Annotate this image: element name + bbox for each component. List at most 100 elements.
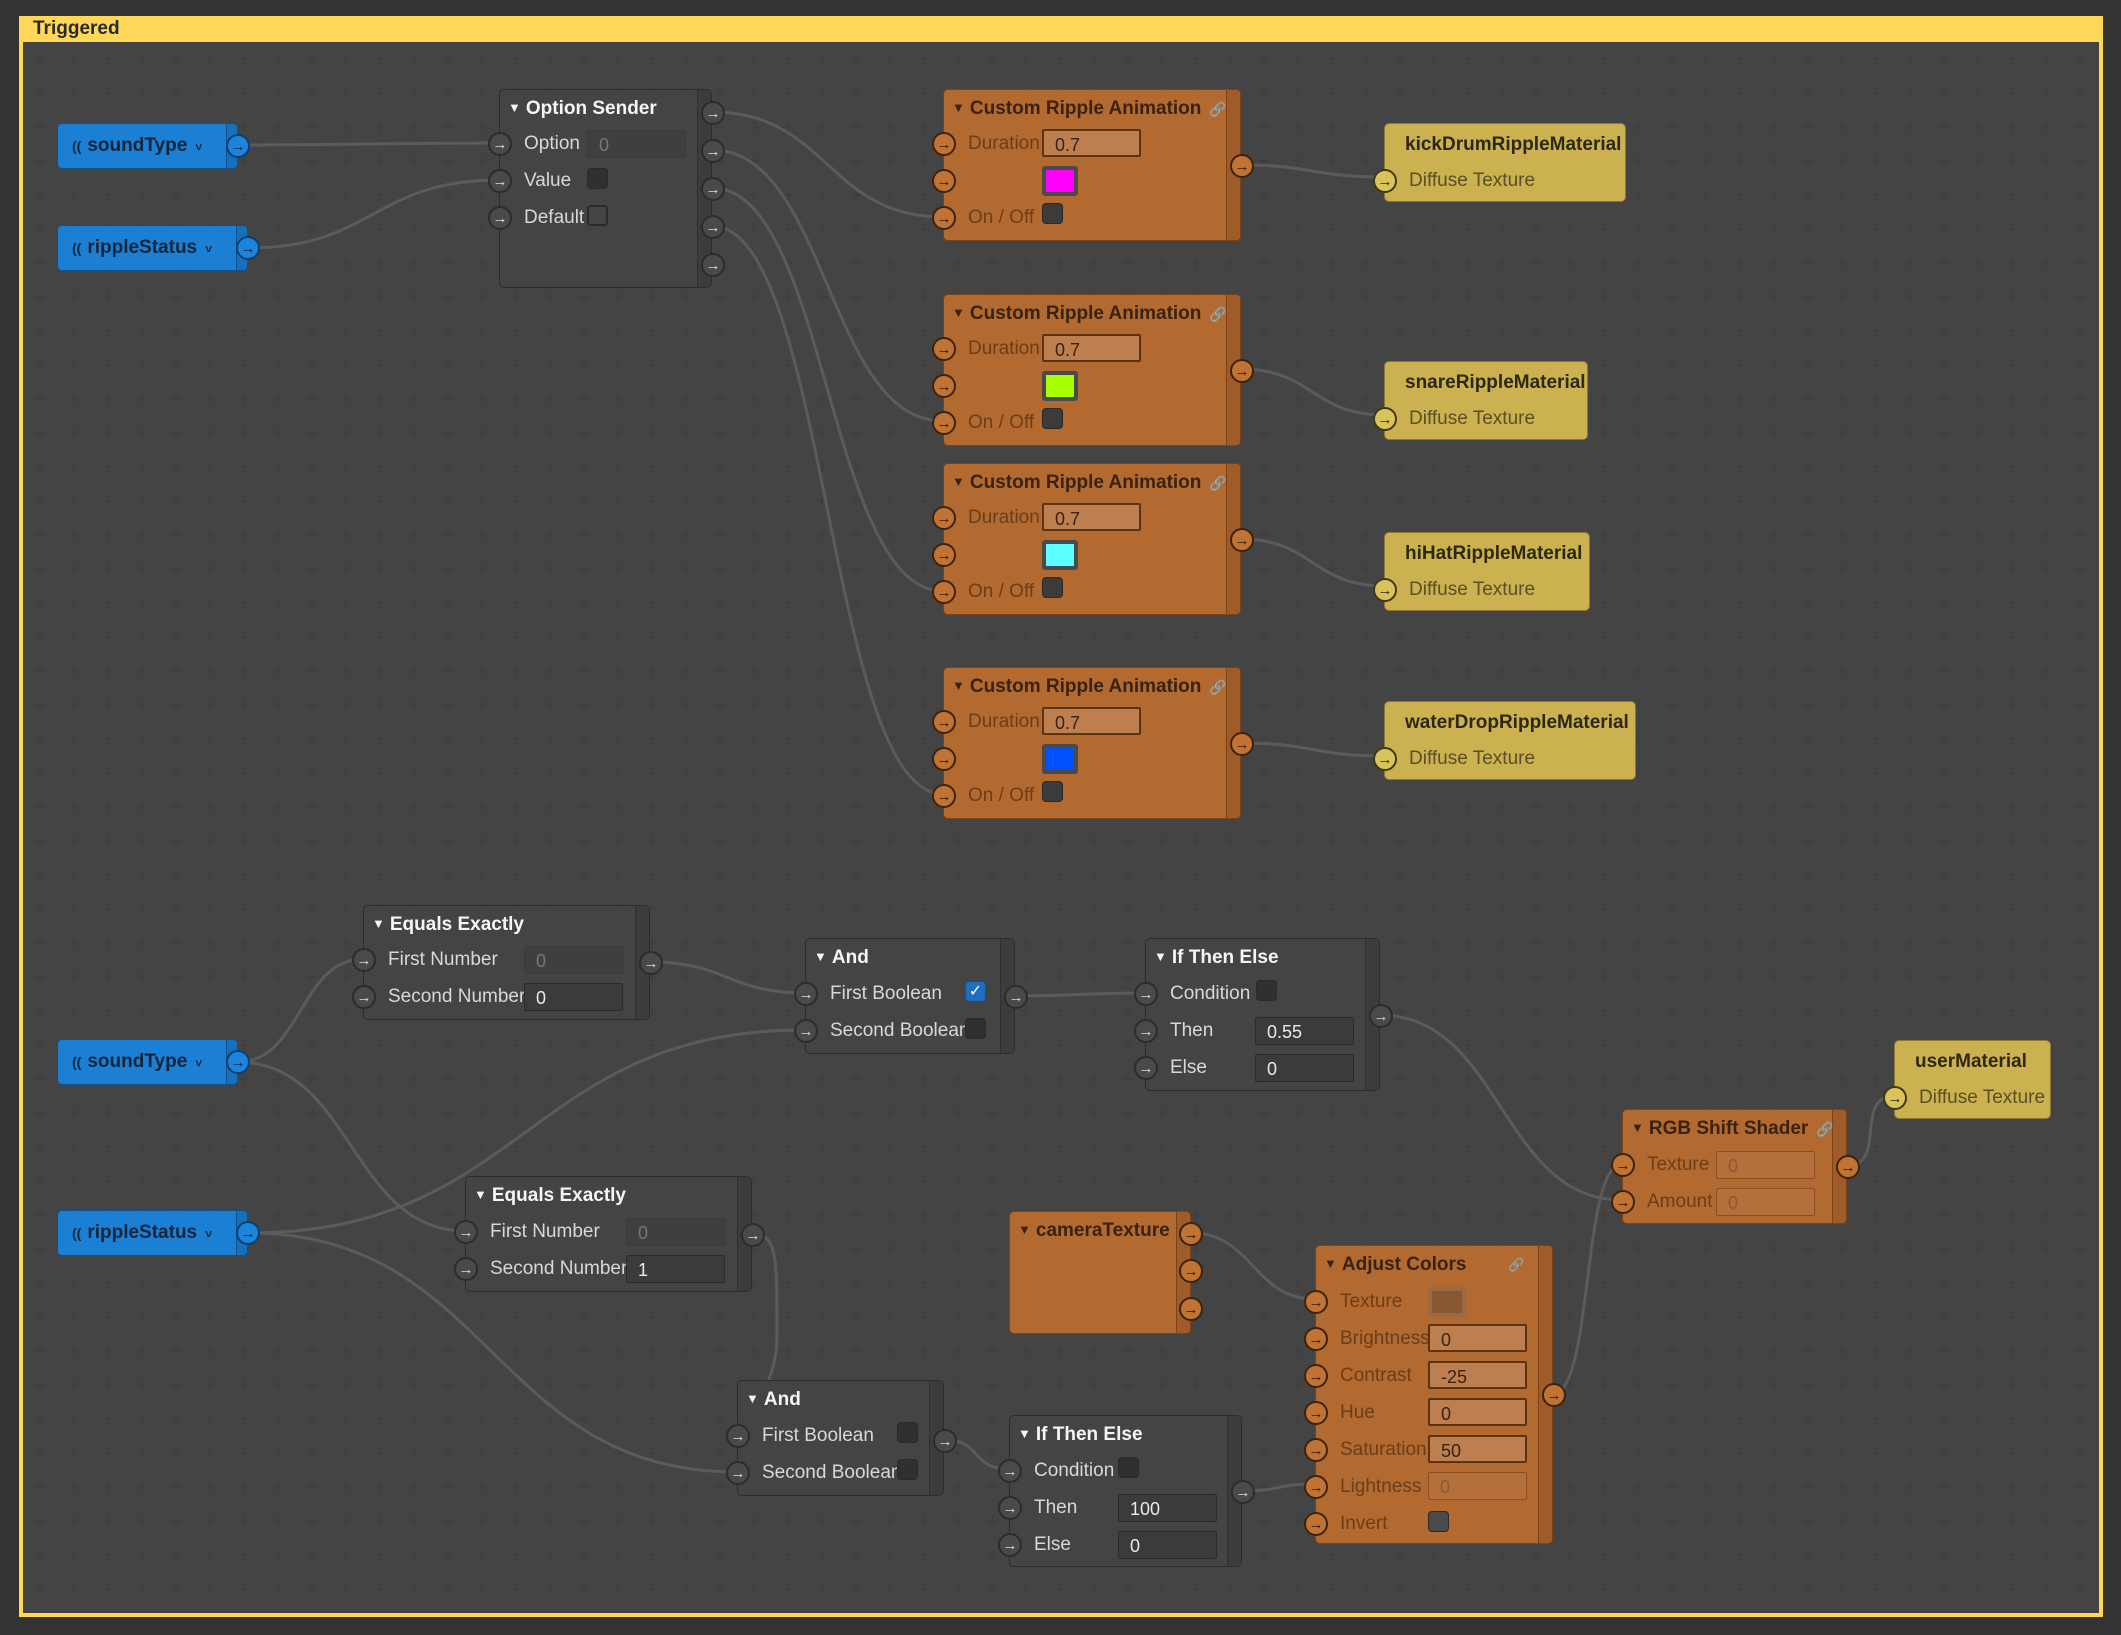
sender-soundtype-top[interactable]: ((soundType ˅ → <box>57 123 250 169</box>
input-port[interactable]: → <box>1883 1086 1907 1110</box>
input-port[interactable]: → <box>932 169 956 193</box>
input-port[interactable]: → <box>1134 1019 1158 1043</box>
material-node[interactable]: snareRippleMaterial → Diffuse Texture <box>1373 361 1588 440</box>
output-port[interactable]: → <box>1179 1259 1203 1283</box>
chevron-down-icon[interactable]: ˅ <box>195 140 202 154</box>
first-number-field[interactable]: 0 <box>524 946 623 974</box>
camera-texture-node[interactable]: ▼ cameraTexture → → → <box>1009 1211 1203 1334</box>
collapse-triangle-icon[interactable]: ▼ <box>952 100 965 115</box>
collapse-triangle-icon[interactable]: ▼ <box>746 1391 759 1406</box>
input-port[interactable]: → <box>932 710 956 734</box>
invert-checkbox[interactable] <box>1428 1511 1449 1532</box>
on-off-checkbox[interactable] <box>1042 408 1063 429</box>
color-swatch[interactable] <box>1042 166 1078 196</box>
output-port[interactable]: → <box>701 139 725 163</box>
if-then-else-node-1[interactable]: ▼ If Then Else → Condition → Then 0.55 → … <box>1134 938 1393 1091</box>
output-port[interactable]: → <box>1230 732 1254 756</box>
option-field[interactable]: 0 <box>587 130 686 158</box>
collapse-triangle-icon[interactable]: ▼ <box>372 916 385 931</box>
else-field[interactable]: 0 <box>1255 1054 1354 1082</box>
brightness-field[interactable]: 0 <box>1428 1324 1527 1352</box>
input-port[interactable]: → <box>932 784 956 808</box>
output-port[interactable]: → <box>1230 154 1254 178</box>
input-port[interactable]: → <box>932 543 956 567</box>
duration-field[interactable]: 0.7 <box>1042 707 1141 735</box>
input-port[interactable]: → <box>1373 169 1397 193</box>
color-swatch[interactable] <box>1042 744 1078 774</box>
output-port[interactable]: → <box>933 1429 957 1453</box>
collapse-triangle-icon[interactable]: ▼ <box>952 474 965 489</box>
collapse-triangle-icon[interactable]: ▼ <box>1324 1256 1337 1271</box>
output-port[interactable]: → <box>1179 1297 1203 1321</box>
chevron-down-icon[interactable]: ˅ <box>195 1056 202 1070</box>
duration-field[interactable]: 0.7 <box>1042 503 1141 531</box>
on-off-checkbox[interactable] <box>1042 781 1063 802</box>
output-port[interactable]: → <box>701 215 725 239</box>
saturation-field[interactable]: 50 <box>1428 1435 1527 1463</box>
collapse-triangle-icon[interactable]: ▼ <box>952 678 965 693</box>
output-port[interactable]: → <box>701 253 725 277</box>
output-port[interactable]: → <box>1369 1004 1393 1028</box>
collapse-triangle-icon[interactable]: ▼ <box>1018 1222 1031 1237</box>
output-port[interactable]: → <box>1004 985 1028 1009</box>
first-number-field[interactable]: 0 <box>626 1218 725 1246</box>
input-port[interactable]: → <box>1134 982 1158 1006</box>
input-port[interactable]: → <box>488 132 512 156</box>
collapse-triangle-icon[interactable]: ▼ <box>814 949 827 964</box>
output-port[interactable]: → <box>1230 528 1254 552</box>
condition-checkbox[interactable] <box>1118 1457 1139 1478</box>
output-port[interactable]: → <box>741 1223 765 1247</box>
texture-field[interactable]: 0 <box>1716 1151 1815 1179</box>
input-port[interactable]: → <box>1304 1327 1328 1351</box>
option-sender-node[interactable]: ▼ Option Sender → Option 0 → Value → Defa… <box>488 89 725 288</box>
link-icon[interactable]: 🔗 <box>1816 1121 1833 1137</box>
input-port[interactable]: → <box>932 132 956 156</box>
input-port[interactable]: → <box>1304 1512 1328 1536</box>
on-off-checkbox[interactable] <box>1042 203 1063 224</box>
input-port[interactable]: → <box>726 1461 750 1485</box>
input-port[interactable]: → <box>932 337 956 361</box>
input-port[interactable]: → <box>1611 1153 1635 1177</box>
on-off-checkbox[interactable] <box>1042 577 1063 598</box>
link-icon[interactable]: 🔗 <box>1209 101 1226 117</box>
default-checkbox[interactable] <box>587 205 608 226</box>
input-port[interactable]: → <box>454 1257 478 1281</box>
material-node[interactable]: userMaterial → Diffuse Texture <box>1883 1040 2051 1119</box>
condition-checkbox[interactable] <box>1256 980 1277 1001</box>
input-port[interactable]: → <box>932 374 956 398</box>
output-port[interactable]: → <box>1836 1155 1860 1179</box>
input-port[interactable]: → <box>488 169 512 193</box>
color-swatch[interactable] <box>1042 540 1078 570</box>
input-port[interactable]: → <box>1373 578 1397 602</box>
material-node[interactable]: kickDrumRippleMaterial → Diffuse Texture <box>1373 123 1626 202</box>
input-port[interactable]: → <box>932 747 956 771</box>
output-port[interactable]: → <box>236 1221 260 1245</box>
first-boolean-checkbox[interactable]: ✓ <box>965 981 986 1002</box>
value-checkbox[interactable] <box>587 168 608 189</box>
collapse-triangle-icon[interactable]: ▼ <box>508 100 521 115</box>
link-icon[interactable]: 🔗 <box>1508 1257 1524 1273</box>
input-port[interactable]: → <box>1373 747 1397 771</box>
then-field[interactable]: 0.55 <box>1255 1017 1354 1045</box>
collapse-triangle-icon[interactable]: ▼ <box>1631 1120 1644 1135</box>
texture-swatch[interactable] <box>1428 1287 1466 1317</box>
input-port[interactable]: → <box>1134 1056 1158 1080</box>
output-port[interactable]: → <box>1179 1222 1203 1246</box>
input-port[interactable]: → <box>1373 407 1397 431</box>
input-port[interactable]: → <box>1611 1190 1635 1214</box>
custom-ripple-animation-node[interactable]: ▼ Custom Ripple Animation 🔗 → Duration 0.7… <box>932 294 1254 446</box>
link-icon[interactable]: 🔗 <box>1209 679 1226 695</box>
chevron-down-icon[interactable]: ˅ <box>205 242 212 256</box>
second-number-field[interactable]: 1 <box>626 1255 725 1283</box>
if-then-else-node-2[interactable]: ▼ If Then Else → Condition → Then 100 → E… <box>998 1415 1255 1567</box>
input-port[interactable]: → <box>998 1459 1022 1483</box>
then-field[interactable]: 100 <box>1118 1494 1217 1522</box>
duration-field[interactable]: 0.7 <box>1042 334 1141 362</box>
output-port[interactable]: → <box>639 951 663 975</box>
output-port[interactable]: → <box>226 1050 250 1074</box>
material-node[interactable]: hiHatRippleMaterial → Diffuse Texture <box>1373 532 1590 611</box>
second-boolean-checkbox[interactable] <box>965 1018 986 1039</box>
first-boolean-checkbox[interactable] <box>897 1422 918 1443</box>
collapse-triangle-icon[interactable]: ▼ <box>952 305 965 320</box>
sender-ripplestatus-top[interactable]: ((rippleStatus ˅ → <box>57 225 260 271</box>
